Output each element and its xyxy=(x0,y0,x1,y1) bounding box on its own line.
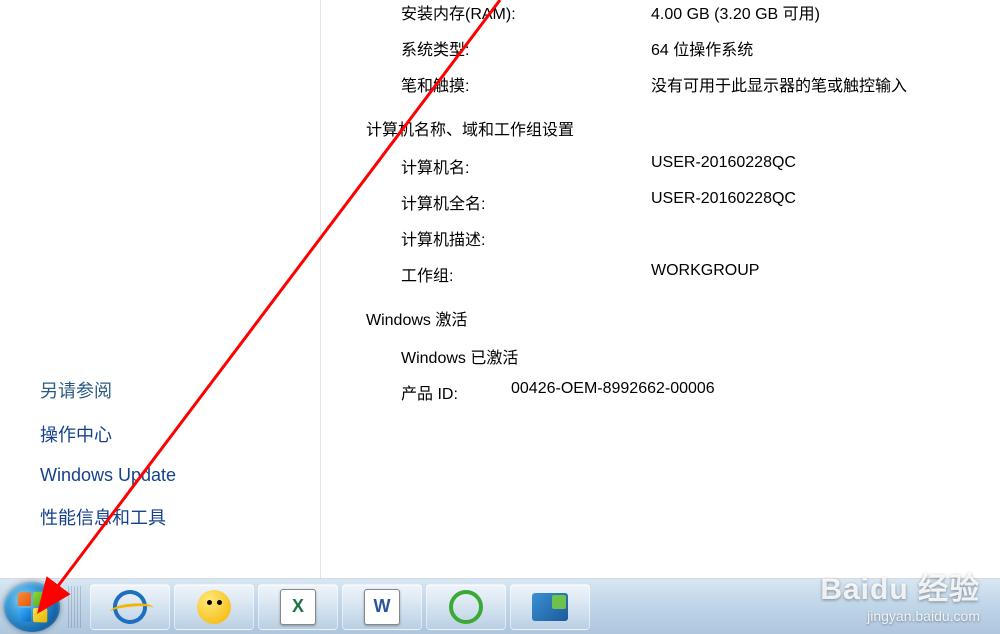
activation-status: Windows 已激活 xyxy=(401,344,651,368)
green-browser-icon xyxy=(449,590,483,624)
description-row: 计算机描述: xyxy=(366,226,980,250)
full-name-value: USER-20160228QC xyxy=(651,190,980,214)
description-value xyxy=(651,226,980,250)
taskbar-ie[interactable] xyxy=(90,584,170,630)
system-properties-panel: 安装内存(RAM): 4.00 GB (3.20 GB 可用) 系统类型: 64… xyxy=(320,0,1000,578)
activation-status-row: Windows 已激活 xyxy=(366,344,980,368)
word-icon: W xyxy=(364,589,400,625)
ie-icon xyxy=(109,586,151,628)
computer-name-value: USER-20160228QC xyxy=(651,154,980,178)
sidebar-title: 另请参阅 xyxy=(40,377,320,403)
chick-icon xyxy=(197,590,231,624)
taskbar: X W xyxy=(0,579,1000,634)
excel-icon: X xyxy=(280,589,316,625)
activation-section-title: Windows 激活 xyxy=(366,306,980,330)
taskbar-app-chick[interactable] xyxy=(174,584,254,630)
full-name-label: 计算机全名: xyxy=(401,190,651,214)
pen-touch-label: 笔和触摸: xyxy=(401,72,651,96)
taskbar-excel[interactable]: X xyxy=(258,584,338,630)
system-type-value: 64 位操作系统 xyxy=(651,36,980,60)
computer-name-label: 计算机名: xyxy=(401,154,651,178)
taskbar-word[interactable]: W xyxy=(342,584,422,630)
system-type-row: 系统类型: 64 位操作系统 xyxy=(366,36,980,60)
ram-value: 4.00 GB (3.20 GB 可用) xyxy=(651,0,980,24)
description-label: 计算机描述: xyxy=(401,226,651,250)
sidebar-link-windows-update[interactable]: Windows Update xyxy=(40,465,320,486)
product-id-label: 产品 ID: xyxy=(401,380,511,404)
system-type-label: 系统类型: xyxy=(401,36,651,60)
ram-row: 安装内存(RAM): 4.00 GB (3.20 GB 可用) xyxy=(366,0,980,24)
computer-section-title: 计算机名称、域和工作组设置 xyxy=(366,116,980,140)
computer-name-row: 计算机名: USER-20160228QC xyxy=(366,154,980,178)
product-id-row: 产品 ID: 00426-OEM-8992662-00006 xyxy=(366,380,980,404)
taskbar-control-panel[interactable] xyxy=(510,584,590,630)
pen-touch-value: 没有可用于此显示器的笔或触控输入 xyxy=(651,72,980,96)
taskbar-green-browser[interactable] xyxy=(426,584,506,630)
control-panel-icon xyxy=(532,593,568,621)
ram-label: 安装内存(RAM): xyxy=(401,0,651,24)
sidebar-link-performance[interactable]: 性能信息和工具 xyxy=(40,504,320,530)
full-name-row: 计算机全名: USER-20160228QC xyxy=(366,190,980,214)
start-button[interactable] xyxy=(4,582,60,632)
taskbar-separator xyxy=(68,586,82,628)
pen-touch-row: 笔和触摸: 没有可用于此显示器的笔或触控输入 xyxy=(366,72,980,96)
sidebar-link-action-center[interactable]: 操作中心 xyxy=(40,421,320,447)
product-id-value: 00426-OEM-8992662-00006 xyxy=(511,380,980,404)
windows-logo-icon xyxy=(18,591,47,622)
sidebar: 另请参阅 操作中心 Windows Update 性能信息和工具 xyxy=(0,0,320,578)
workgroup-value: WORKGROUP xyxy=(651,262,980,286)
workgroup-label: 工作组: xyxy=(401,262,651,286)
workgroup-row: 工作组: WORKGROUP xyxy=(366,262,980,286)
